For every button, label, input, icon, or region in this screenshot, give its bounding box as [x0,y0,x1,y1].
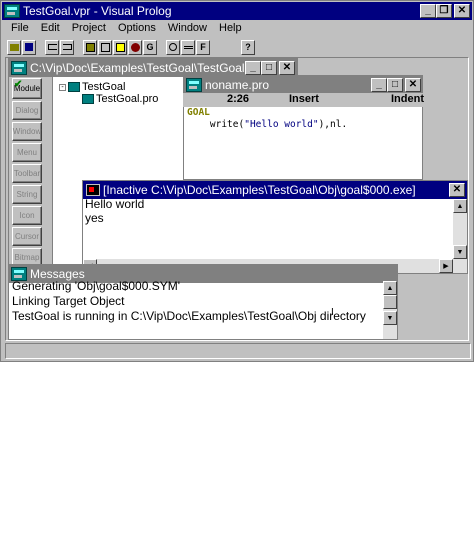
redo-icon [62,44,72,50]
find-button[interactable]: F [196,39,210,55]
toolbar: G F ? [3,37,471,57]
string-button[interactable]: String [12,185,42,204]
code-editor[interactable]: GOAL write("Hello world"),nl. [187,107,347,131]
menu-bar: File Edit Project Options Window Help [5,19,248,37]
tree-child-label: TestGoal.pro [96,93,159,105]
editor-maximize-button[interactable]: □ [387,78,403,92]
write-call: write( [209,119,245,130]
messages-vertical-scrollbar[interactable]: ▲ ▼ [383,281,397,339]
message-line-3: TestGoal is running in C:\Vip\Doc\Exampl… [12,309,366,323]
module-button[interactable]: ✔ Module [12,78,42,99]
save-disk-icon [25,43,33,51]
window-button[interactable]: Window [12,122,42,141]
project-icon[interactable] [11,61,27,75]
status-bar [5,343,471,359]
insert-mode: Insert [289,93,319,105]
menu-options[interactable]: Options [112,22,162,34]
undo-button[interactable] [45,39,59,55]
open-folder-icon [9,43,19,51]
exe-scroll-down-icon[interactable]: ▼ [453,245,467,259]
message-line-2: Linking Target Object [12,294,125,308]
exe-window-title: [Inactive C:\Vip\Doc\Examples\TestGoal\O… [103,183,416,197]
module-file-icon [82,94,94,104]
open-file-button[interactable] [7,39,21,55]
redo-button[interactable] [60,39,74,55]
tree-item-module[interactable]: TestGoal.pro [82,93,158,105]
cursor-position: 2:26 [227,93,250,105]
message-line-1: Generating 'Obj\goal$000.SYM' [12,279,181,293]
editor-title-bar[interactable]: noname.pro _ □ ✕ [184,76,423,94]
tree-root-label: TestGoal [82,81,126,93]
goal-keyword: GOAL [187,107,210,118]
menu-file[interactable]: File [5,22,35,34]
rebuild-icon [115,42,125,52]
compile-icon [85,42,95,52]
replace-icon [183,45,193,49]
search-button[interactable] [166,39,180,55]
hello-string: "Hello world" [244,119,319,130]
replace-button[interactable] [181,39,195,55]
project-minimize-button[interactable]: _ [245,61,261,75]
menu-button[interactable]: Menu [12,143,42,162]
exe-scroll-right-icon[interactable]: ▶ [439,259,453,273]
goal-button[interactable]: G [143,39,157,55]
program-output: Hello world yes [85,197,144,225]
menu-help[interactable]: Help [213,22,248,34]
editor-minimize-button[interactable]: _ [371,78,387,92]
output-line-2: yes [85,211,104,225]
build-button[interactable] [98,39,112,55]
project-close-button[interactable]: ✕ [279,61,295,75]
toolbar-button[interactable]: Toolbar [12,164,42,183]
menu-edit[interactable]: Edit [35,22,66,34]
editor-close-button[interactable]: ✕ [405,78,421,92]
checkmark-icon: ✔ [14,79,23,90]
tree-collapse-icon[interactable]: - [59,83,66,91]
visual-prolog-app-icon[interactable] [4,4,20,18]
console-icon[interactable] [86,184,100,196]
main-window-title: TestGoal.vpr - Visual Prolog [23,4,172,18]
editor-status-line: 2:26 Insert Indent [183,93,424,107]
exe-close-button[interactable]: ✕ [449,183,465,197]
run-button[interactable] [128,39,142,55]
main-title-bar[interactable]: TestGoal.vpr - Visual Prolog _ ❐ ✕ [2,2,472,20]
menu-project[interactable]: Project [66,22,112,34]
rebuild-button[interactable] [113,39,127,55]
help-button[interactable]: ? [241,39,255,55]
project-window-title: C:\Vip\Doc\Examples\TestGoal\TestGoal.vp… [30,61,245,75]
code-line-2: write("Hello world"),nl. [187,119,347,131]
indent-mode: Indent [391,93,424,105]
search-icon [169,43,177,51]
build-icon [100,42,110,52]
messages-log: Generating 'Obj\goal$000.SYM' Linking Ta… [12,279,366,324]
module-type-buttons: ✔ Module Dialog Window Menu Toolbar Stri… [12,78,44,269]
output-line-1: Hello world [85,197,145,211]
editor-window-title: noname.pro [205,78,270,92]
editor-icon[interactable] [186,78,202,92]
text-cursor-icon: I [331,307,334,318]
undo-icon [47,44,57,50]
save-file-button[interactable] [22,39,36,55]
messages-scroll-up-icon[interactable]: ▲ [383,281,397,295]
project-maximize-button[interactable]: □ [261,61,277,75]
run-icon [130,42,140,52]
main-minimize-button[interactable]: _ [420,4,436,18]
main-restore-button[interactable]: ❐ [436,4,452,18]
icon-button[interactable]: Icon [12,206,42,225]
dialog-button[interactable]: Dialog [12,101,42,120]
main-close-button[interactable]: ✕ [454,4,470,18]
code-line-end: ),nl. [318,119,348,130]
cursor-button[interactable]: Cursor [12,227,42,246]
project-node-icon [68,82,80,92]
tree-item-root[interactable]: - TestGoal [59,81,125,93]
messages-scroll-down-icon[interactable]: ▼ [383,311,397,325]
menu-window[interactable]: Window [162,22,213,34]
messages-scroll-thumb[interactable] [383,295,397,309]
exe-vertical-scrollbar[interactable]: ▲ ▼ [453,199,467,259]
code-line-1: GOAL [187,107,347,119]
exe-scroll-up-icon[interactable]: ▲ [453,199,467,213]
compile-module-button[interactable] [83,39,97,55]
